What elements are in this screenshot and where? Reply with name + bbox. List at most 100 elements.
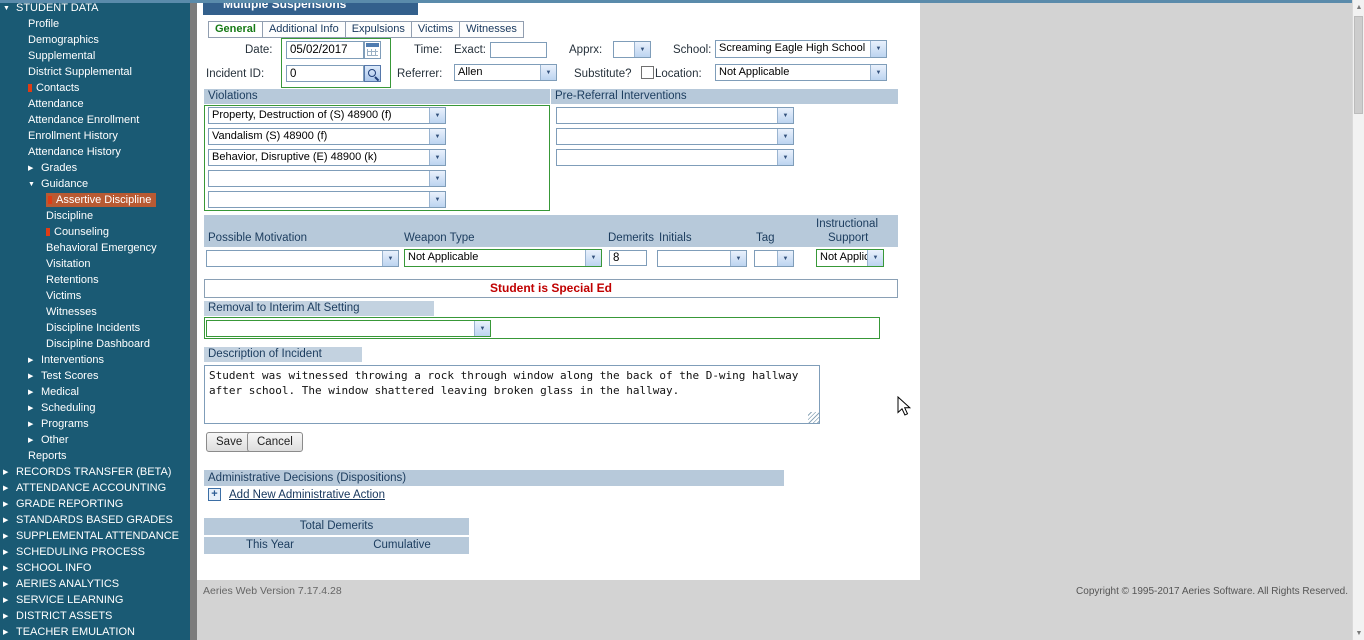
sidebar-item-behavioral-emergency[interactable]: Behavioral Emergency (0, 240, 190, 256)
dropdown-arrow-icon[interactable]: ▼ (429, 108, 445, 123)
prereferral-select-2[interactable]: ▼ (556, 128, 794, 145)
sidebar-item-discipline[interactable]: Discipline (0, 208, 190, 224)
dropdown-arrow-icon[interactable]: ▼ (429, 171, 445, 186)
chevron-right-icon[interactable]: ▶ (28, 161, 41, 177)
chevron-right-icon[interactable]: ▶ (28, 353, 41, 369)
description-textarea[interactable]: Student was witnessed throwing a rock th… (204, 365, 820, 424)
scroll-down-button[interactable]: ▼ (1353, 626, 1364, 640)
vertical-scrollbar[interactable]: ▲ ▼ (1352, 0, 1364, 640)
sidebar-item-attendance-accounting[interactable]: ▶ ATTENDANCE ACCOUNTING (0, 480, 190, 496)
sidebar-item-attendance-enrollment[interactable]: Attendance Enrollment (0, 112, 190, 128)
tab-general[interactable]: General (208, 21, 263, 38)
violation-select-2[interactable]: Vandalism (S) 48900 (f) ▼ (208, 128, 446, 145)
prereferral-select-1[interactable]: ▼ (556, 107, 794, 124)
sidebar-item-scheduling-process[interactable]: ▶ SCHEDULING PROCESS (0, 544, 190, 560)
chevron-right-icon[interactable]: ▶ (28, 385, 41, 401)
violation-select-1[interactable]: Property, Destruction of (S) 48900 (f) ▼ (208, 107, 446, 124)
exact-time-input[interactable] (490, 42, 547, 58)
sidebar-item-victims[interactable]: Victims (0, 288, 190, 304)
initials-select[interactable]: ▼ (657, 250, 747, 267)
location-select[interactable]: Not Applicable ▼ (715, 64, 887, 81)
sidebar-item-district-supplemental[interactable]: District Supplemental (0, 64, 190, 80)
add-icon[interactable]: + (208, 488, 221, 501)
substitute-checkbox[interactable] (641, 66, 654, 79)
chevron-down-icon[interactable]: ▼ (3, 1, 16, 17)
instructional-support-select[interactable]: Not Applicable ▼ (816, 249, 884, 267)
dropdown-arrow-icon[interactable]: ▼ (474, 321, 490, 336)
chevron-right-icon[interactable]: ▶ (28, 417, 41, 433)
scroll-up-button[interactable]: ▲ (1353, 0, 1364, 14)
scrollbar-thumb[interactable] (1354, 16, 1363, 114)
chevron-right-icon[interactable]: ▶ (28, 433, 41, 449)
sidebar-item-test-scores[interactable]: ▶ Test Scores (0, 368, 190, 384)
sidebar-item-retentions[interactable]: Retentions (0, 272, 190, 288)
sidebar-item-contacts[interactable]: Contacts (0, 80, 190, 96)
dropdown-arrow-icon[interactable]: ▼ (777, 108, 793, 123)
violation-select-3[interactable]: Behavior, Disruptive (E) 48900 (k) ▼ (208, 149, 446, 166)
dropdown-arrow-icon[interactable]: ▼ (634, 42, 650, 57)
chevron-right-icon[interactable]: ▶ (3, 545, 16, 561)
textarea-resize-handle[interactable] (808, 412, 819, 423)
incident-id-input[interactable] (286, 65, 364, 82)
dropdown-arrow-icon[interactable]: ▼ (429, 150, 445, 165)
dropdown-arrow-icon[interactable]: ▼ (540, 65, 556, 80)
sidebar-item-discipline-incidents[interactable]: Discipline Incidents (0, 320, 190, 336)
sidebar-item-supplemental[interactable]: Supplemental (0, 48, 190, 64)
sidebar-item-witnesses[interactable]: Witnesses (0, 304, 190, 320)
sidebar-item-grades[interactable]: ▶ Grades (0, 160, 190, 176)
tab-additional-info[interactable]: Additional Info (262, 21, 346, 38)
cancel-button[interactable]: Cancel (247, 432, 303, 452)
weapon-type-select[interactable]: Not Applicable ▼ (404, 249, 602, 267)
dropdown-arrow-icon[interactable]: ▼ (777, 251, 793, 266)
possible-motivation-select[interactable]: ▼ (206, 250, 399, 267)
sidebar-item-district-assets[interactable]: ▶ DISTRICT ASSETS (0, 608, 190, 624)
dropdown-arrow-icon[interactable]: ▼ (585, 250, 601, 266)
sidebar-item-school-info[interactable]: ▶ SCHOOL INFO (0, 560, 190, 576)
dropdown-arrow-icon[interactable]: ▼ (382, 251, 398, 266)
search-icon[interactable] (364, 65, 381, 82)
tab-witnesses[interactable]: Witnesses (460, 21, 524, 38)
sidebar-item-programs[interactable]: ▶ Programs (0, 416, 190, 432)
chevron-right-icon[interactable]: ▶ (28, 369, 41, 385)
chevron-right-icon[interactable]: ▶ (3, 609, 16, 625)
chevron-right-icon[interactable]: ▶ (3, 625, 16, 640)
chevron-right-icon[interactable]: ▶ (3, 513, 16, 529)
sidebar-item-aeries-analytics[interactable]: ▶ AERIES ANALYTICS (0, 576, 190, 592)
chevron-right-icon[interactable]: ▶ (3, 593, 16, 609)
removal-select[interactable]: ▼ (206, 320, 491, 337)
dropdown-arrow-icon[interactable]: ▼ (777, 150, 793, 165)
calendar-icon[interactable] (364, 41, 381, 59)
sidebar-item-profile[interactable]: Profile (0, 16, 190, 32)
chevron-right-icon[interactable]: ▶ (3, 465, 16, 481)
apprx-select[interactable]: ▼ (613, 41, 651, 58)
sidebar-item-reports[interactable]: Reports (0, 448, 190, 464)
dropdown-arrow-icon[interactable]: ▼ (730, 251, 746, 266)
sidebar-item-records-transfer-beta[interactable]: ▶ RECORDS TRANSFER (BETA) (0, 464, 190, 480)
violation-select-5[interactable]: ▼ (208, 191, 446, 208)
sidebar-item-attendance[interactable]: Attendance (0, 96, 190, 112)
dropdown-arrow-icon[interactable]: ▼ (429, 129, 445, 144)
sidebar-item-guidance[interactable]: ▼ Guidance (0, 176, 190, 192)
date-input[interactable] (286, 41, 364, 59)
chevron-right-icon[interactable]: ▶ (3, 481, 16, 497)
sidebar-item-standards-based-grades[interactable]: ▶ STANDARDS BASED GRADES (0, 512, 190, 528)
dropdown-arrow-icon[interactable]: ▼ (870, 65, 886, 80)
school-select[interactable]: Screaming Eagle High School ▼ (715, 40, 887, 58)
sidebar-item-discipline-dashboard[interactable]: Discipline Dashboard (0, 336, 190, 352)
sidebar-item-scheduling[interactable]: ▶ Scheduling (0, 400, 190, 416)
dropdown-arrow-icon[interactable]: ▼ (429, 192, 445, 207)
sidebar-item-grade-reporting[interactable]: ▶ GRADE REPORTING (0, 496, 190, 512)
demerits-input[interactable] (609, 250, 647, 266)
sidebar-item-supplemental-attendance[interactable]: ▶ SUPPLEMENTAL ATTENDANCE (0, 528, 190, 544)
sidebar-item-medical[interactable]: ▶ Medical (0, 384, 190, 400)
chevron-right-icon[interactable]: ▶ (3, 577, 16, 593)
dropdown-arrow-icon[interactable]: ▼ (777, 129, 793, 144)
tag-select[interactable]: ▼ (754, 250, 794, 267)
sidebar-item-enrollment-history[interactable]: Enrollment History (0, 128, 190, 144)
tab-victims[interactable]: Victims (411, 21, 461, 38)
chevron-right-icon[interactable]: ▶ (3, 497, 16, 513)
chevron-right-icon[interactable]: ▶ (3, 561, 16, 577)
sidebar-item-service-learning[interactable]: ▶ SERVICE LEARNING (0, 592, 190, 608)
tab-expulsions[interactable]: Expulsions (345, 21, 412, 38)
sidebar-item-teacher-emulation[interactable]: ▶ TEACHER EMULATION (0, 624, 190, 640)
